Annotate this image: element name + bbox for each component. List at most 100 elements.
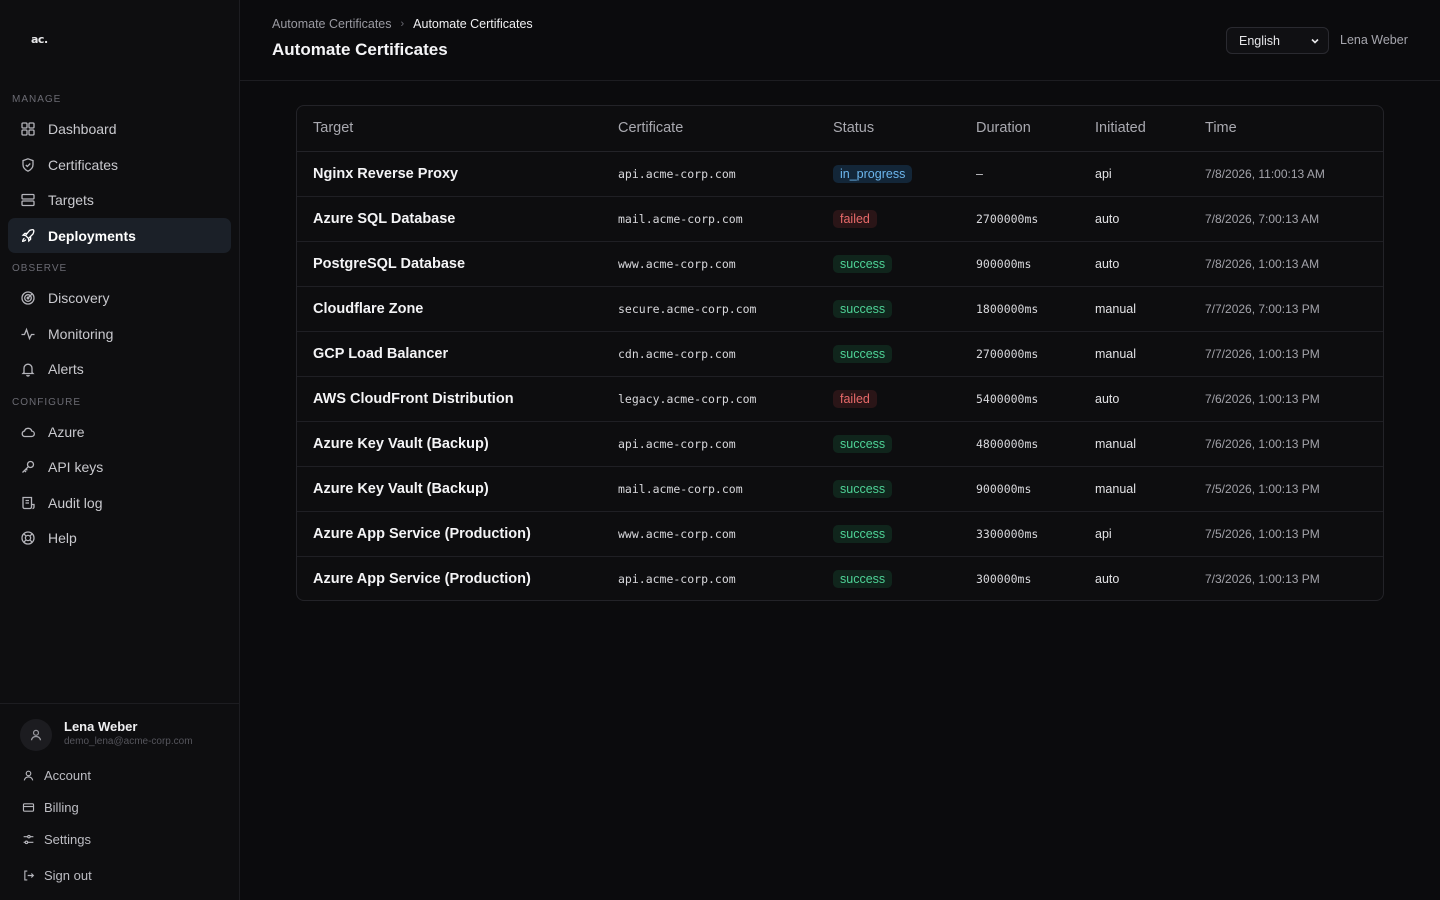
initiated-cell: manual [1079, 286, 1189, 332]
duration-cell: 300000ms [976, 571, 1032, 586]
column-header-time[interactable]: Time [1189, 106, 1383, 152]
sidebar-item-label: Audit log [48, 494, 103, 511]
certificate-cell: cdn.acme-corp.com [602, 331, 817, 377]
table-body: Nginx Reverse Proxy api.acme-corp.com in_p… [297, 151, 1383, 600]
column-header-target[interactable]: Target [297, 106, 602, 152]
target-cell: Azure Key Vault (Backup) [297, 466, 602, 512]
initiated-cell: api [1079, 151, 1189, 197]
sign-out-link[interactable]: Sign out [22, 865, 92, 885]
billing-link[interactable]: Billing [22, 797, 79, 817]
user-email: demo_lena@acme-corp.com [64, 736, 193, 747]
time-cell: 7/8/2026, 1:00:13 AM [1189, 241, 1383, 287]
status-cell: in_progress [817, 151, 960, 197]
initiated-cell: manual [1079, 466, 1189, 512]
cloud-icon [20, 424, 36, 440]
credit-card-icon [22, 802, 35, 812]
sidebar-item-label: Deployments [48, 227, 136, 244]
key-icon [20, 459, 36, 475]
sidebar-item-help[interactable]: Help [8, 520, 231, 555]
status-cell: success [817, 286, 960, 332]
user-name: Lena Weber [64, 719, 138, 734]
status-cell: failed [817, 376, 960, 422]
sidebar-item-dashboard[interactable]: Dashboard [8, 111, 231, 146]
duration-cell: 5400000ms [960, 376, 1079, 422]
initiated-cell: auto [1079, 376, 1189, 422]
account-link[interactable]: Account [22, 765, 91, 785]
table-row[interactable]: Azure App Service (Production) api.acme-c… [297, 556, 1383, 600]
table-row[interactable]: Azure Key Vault (Backup) mail.acme-corp.c… [297, 466, 1383, 512]
table-row[interactable]: Azure SQL Database mail.acme-corp.com fail… [297, 196, 1383, 242]
user-icon [23, 770, 34, 781]
sign-out-label: Sign out [44, 867, 92, 883]
time-cell: 7/7/2026, 1:00:13 PM [1189, 331, 1383, 377]
column-header-certificate[interactable]: Certificate [602, 106, 817, 152]
target-cell: GCP Load Balancer [297, 331, 602, 377]
column-header-duration[interactable]: Duration [960, 106, 1079, 152]
bell-icon [20, 361, 36, 377]
certificate-cell: api.acme-corp.com [602, 151, 817, 197]
deployments-table: Target Certificate Status Duration Initi… [296, 105, 1384, 601]
sidebar-item-label: Targets [48, 191, 94, 208]
table-row[interactable]: Azure App Service (Production) www.acme-c… [297, 511, 1383, 557]
time-cell: 7/8/2026, 11:00:13 AM [1189, 151, 1383, 197]
sidebar-item-audit-log[interactable]: Audit log [8, 485, 231, 520]
sidebar-item-label: Certificates [48, 156, 119, 173]
status-badge: failed [833, 389, 877, 408]
initiated-cell: auto [1079, 241, 1189, 287]
grid-icon [20, 121, 36, 137]
table-row[interactable]: PostgreSQL Database www.acme-corp.com succ… [297, 241, 1383, 287]
language-select[interactable]: English [1226, 27, 1329, 54]
sidebar-item-alerts[interactable]: Alerts [8, 351, 231, 386]
settings-link[interactable]: Settings [22, 829, 91, 849]
header-user-name[interactable]: Lena Weber [1340, 33, 1408, 47]
account-label: Account [44, 767, 91, 783]
target-cell: PostgreSQL Database [297, 241, 602, 287]
breadcrumb-parent[interactable]: Automate Certificates [272, 17, 392, 31]
target-cell: Azure App Service (Production) [297, 511, 602, 557]
sidebar-item-azure[interactable]: Azure [8, 414, 231, 449]
sidebar-item-label: Help [48, 529, 77, 546]
duration-cell: 4800000ms [960, 421, 1079, 467]
status-cell: success [817, 241, 960, 287]
table-row[interactable]: Nginx Reverse Proxy api.acme-corp.com in_p… [297, 151, 1383, 197]
certificate-cell: mail.acme-corp.com [602, 466, 817, 512]
sliders-icon [23, 834, 34, 844]
sidebar-item-discovery[interactable]: Discovery [8, 280, 231, 315]
status-badge: success [833, 569, 893, 588]
status-badge: success [833, 344, 893, 363]
status-badge: success [833, 479, 893, 498]
status-cell: failed [817, 196, 960, 242]
time-cell: 7/5/2026, 1:00:13 PM [1189, 466, 1383, 512]
rocket-icon [20, 228, 36, 244]
page-title: Automate Certificates [272, 40, 448, 59]
status-cell: success [817, 331, 960, 377]
avatar[interactable] [20, 719, 52, 751]
table-row[interactable]: AWS CloudFront Distribution legacy.acme-c… [297, 376, 1383, 422]
table-row[interactable]: GCP Load Balancer cdn.acme-corp.com succes… [297, 331, 1383, 377]
table-header-row: Target Certificate Status Duration Initi… [297, 106, 1383, 152]
status-badge: success [833, 254, 893, 273]
certificate-cell: www.acme-corp.com [602, 511, 817, 557]
status-cell: success [817, 511, 960, 557]
activity-icon [20, 326, 36, 342]
column-header-status[interactable]: Status [817, 106, 960, 152]
table-row[interactable]: Cloudflare Zone secure.acme-corp.com succe… [297, 286, 1383, 332]
sidebar-item-api-keys[interactable]: API keys [8, 449, 231, 484]
sidebar-item-deployments[interactable]: Deployments [8, 218, 231, 253]
chevron-right-icon: › [400, 18, 405, 30]
time-cell: 7/6/2026, 1:00:13 PM [1189, 421, 1383, 467]
target-cell: Azure SQL Database [297, 196, 602, 242]
sidebar-item-certificates[interactable]: Certificates [8, 147, 231, 182]
table-row[interactable]: Azure Key Vault (Backup) api.acme-corp.co… [297, 421, 1383, 467]
sign-out-icon [24, 869, 35, 881]
column-header-initiated[interactable]: Initiated [1079, 106, 1189, 152]
target-cell: Azure Key Vault (Backup) [297, 421, 602, 467]
target-cell: Cloudflare Zone [297, 286, 602, 332]
sidebar-item-monitoring[interactable]: Monitoring [8, 316, 231, 351]
certificate-cell: api.acme-corp.com [602, 421, 817, 467]
app-logo[interactable]: ac. [31, 33, 48, 46]
section-label-observe: OBSERVE [12, 263, 68, 274]
sidebar-item-label: Monitoring [48, 325, 114, 342]
sidebar-item-label: Dashboard [48, 120, 117, 137]
sidebar-item-targets[interactable]: Targets [8, 182, 231, 217]
